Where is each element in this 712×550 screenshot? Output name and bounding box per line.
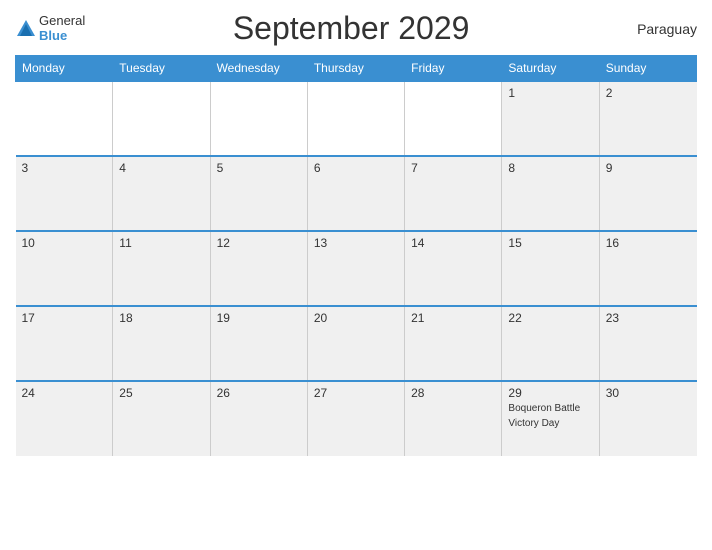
- day-cell-w2-d1: 3: [16, 156, 113, 231]
- day-cell-w4-d7: 23: [599, 306, 696, 381]
- day-number: 14: [411, 236, 495, 250]
- page: General Blue September 2029 Paraguay Mon…: [0, 0, 712, 550]
- calendar-header: Monday Tuesday Wednesday Thursday Friday…: [16, 56, 697, 82]
- day-number: 29: [508, 386, 592, 400]
- logo: General Blue: [15, 14, 85, 43]
- day-number: 20: [314, 311, 398, 325]
- week-row-4: 17 18 19 20 21 22 23: [16, 306, 697, 381]
- day-number: 21: [411, 311, 495, 325]
- logo-text: General Blue: [39, 14, 85, 43]
- day-cell-w3-d1: 10: [16, 231, 113, 306]
- day-cell-w4-d4: 20: [307, 306, 404, 381]
- day-number: 16: [606, 236, 691, 250]
- day-cell-w4-d2: 18: [113, 306, 210, 381]
- day-cell-w4-d6: 22: [502, 306, 599, 381]
- day-number: 15: [508, 236, 592, 250]
- col-friday: Friday: [405, 56, 502, 82]
- day-number: 7: [411, 161, 495, 175]
- country-label: Paraguay: [617, 21, 697, 37]
- day-cell-w2-d6: 8: [502, 156, 599, 231]
- col-saturday: Saturday: [502, 56, 599, 82]
- day-number: 5: [217, 161, 301, 175]
- day-number: 3: [22, 161, 107, 175]
- day-cell-w1-d7: 2: [599, 81, 696, 156]
- day-cell-w1-d3: [210, 81, 307, 156]
- calendar-title: September 2029: [85, 10, 617, 47]
- day-number: 23: [606, 311, 691, 325]
- day-cell-w1-d6: 1: [502, 81, 599, 156]
- col-monday: Monday: [16, 56, 113, 82]
- day-cell-w5-d2: 25: [113, 381, 210, 456]
- day-cell-w3-d7: 16: [599, 231, 696, 306]
- day-cell-w3-d3: 12: [210, 231, 307, 306]
- day-number: 9: [606, 161, 691, 175]
- day-number: 19: [217, 311, 301, 325]
- day-cell-w3-d5: 14: [405, 231, 502, 306]
- calendar-table: Monday Tuesday Wednesday Thursday Friday…: [15, 55, 697, 456]
- day-number: 12: [217, 236, 301, 250]
- day-cell-w5-d1: 24: [16, 381, 113, 456]
- day-number: 22: [508, 311, 592, 325]
- day-cell-w1-d4: [307, 81, 404, 156]
- day-cell-w5-d3: 26: [210, 381, 307, 456]
- week-row-2: 3456789: [16, 156, 697, 231]
- day-cell-w5-d4: 27: [307, 381, 404, 456]
- day-cell-w1-d1: [16, 81, 113, 156]
- day-cell-w5-d6: 29 Boqueron Battle Victory Day: [502, 381, 599, 456]
- header: General Blue September 2029 Paraguay: [15, 10, 697, 47]
- day-number: 30: [606, 386, 691, 400]
- day-number: 4: [119, 161, 203, 175]
- day-number: 6: [314, 161, 398, 175]
- day-cell-w1-d5: [405, 81, 502, 156]
- day-cell-w3-d6: 15: [502, 231, 599, 306]
- col-tuesday: Tuesday: [113, 56, 210, 82]
- week-row-1: 12: [16, 81, 697, 156]
- day-number: 25: [119, 386, 203, 400]
- day-cell-w2-d5: 7: [405, 156, 502, 231]
- logo-blue-text: Blue: [39, 29, 85, 43]
- day-cell-w1-d2: [113, 81, 210, 156]
- day-number: 11: [119, 236, 203, 250]
- day-cell-w2-d7: 9: [599, 156, 696, 231]
- logo-icon: [15, 18, 37, 40]
- day-number: 26: [217, 386, 301, 400]
- day-cell-w2-d4: 6: [307, 156, 404, 231]
- day-cell-w3-d2: 11: [113, 231, 210, 306]
- col-sunday: Sunday: [599, 56, 696, 82]
- event-label: Boqueron Battle Victory Day: [508, 403, 580, 429]
- day-number: 2: [606, 86, 691, 100]
- days-of-week-row: Monday Tuesday Wednesday Thursday Friday…: [16, 56, 697, 82]
- day-cell-w5-d7: 30: [599, 381, 696, 456]
- week-row-5: 24 25 26 27 28 29 Boqueron Battle Victory Day 3…: [16, 381, 697, 456]
- day-cell-w3-d4: 13: [307, 231, 404, 306]
- week-row-3: 10 11 12 13 14 15 16: [16, 231, 697, 306]
- col-thursday: Thursday: [307, 56, 404, 82]
- day-number: 28: [411, 386, 495, 400]
- day-cell-w2-d3: 5: [210, 156, 307, 231]
- day-number: 18: [119, 311, 203, 325]
- logo-general-text: General: [39, 14, 85, 28]
- day-number: 13: [314, 236, 398, 250]
- calendar-body: 1234567891011121314151617181920212223242…: [16, 81, 697, 456]
- day-cell-w4-d5: 21: [405, 306, 502, 381]
- day-number: 10: [22, 236, 107, 250]
- day-cell-w4-d1: 17: [16, 306, 113, 381]
- day-cell-w2-d2: 4: [113, 156, 210, 231]
- day-cell-w4-d3: 19: [210, 306, 307, 381]
- day-cell-w5-d5: 28: [405, 381, 502, 456]
- col-wednesday: Wednesday: [210, 56, 307, 82]
- day-number: 8: [508, 161, 592, 175]
- day-number: 24: [22, 386, 107, 400]
- day-number: 27: [314, 386, 398, 400]
- day-number: 1: [508, 86, 592, 100]
- day-number: 17: [22, 311, 107, 325]
